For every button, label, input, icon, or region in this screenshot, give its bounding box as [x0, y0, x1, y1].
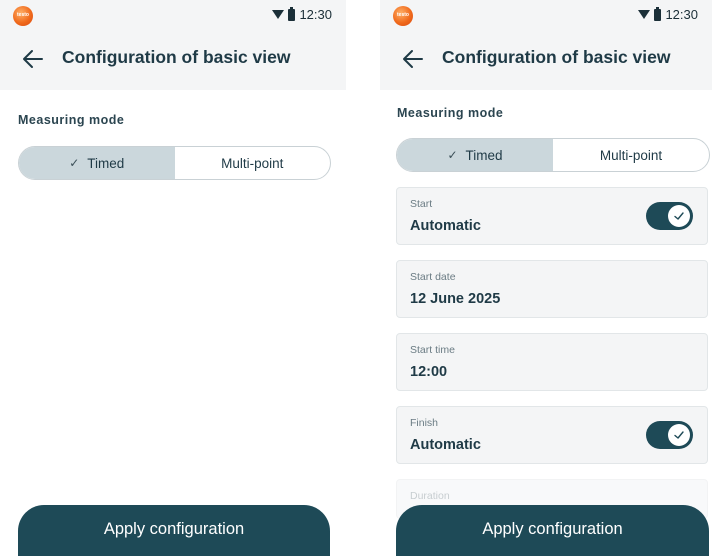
start-field[interactable]: Start Automatic	[396, 187, 708, 245]
start-date-field[interactable]: Start date 12 June 2025	[396, 260, 708, 318]
finish-value: Automatic	[410, 437, 481, 453]
segment-timed[interactable]: ✓ Timed	[397, 139, 553, 171]
segment-timed-label: Timed	[465, 147, 503, 163]
apply-configuration-button[interactable]: Apply configuration	[18, 505, 330, 556]
finish-automatic-toggle[interactable]	[646, 421, 693, 449]
wifi-icon	[638, 10, 651, 19]
start-date-label: Start date	[410, 271, 456, 283]
segment-multi-point-label: Multi-point	[221, 155, 284, 171]
segment-multi-point[interactable]: Multi-point	[553, 139, 709, 171]
wifi-icon	[272, 10, 285, 19]
toggle-knob	[668, 424, 690, 446]
screen-right: testo 12:30 Configuration of basic view …	[380, 0, 712, 556]
logo-text: testo	[17, 12, 29, 18]
duration-label: Duration	[410, 490, 450, 502]
battery-icon	[654, 6, 662, 21]
status-bar: testo 12:30	[0, 0, 346, 32]
battery-icon	[288, 6, 296, 21]
segment-multi-point-label: Multi-point	[599, 147, 663, 163]
back-button[interactable]	[20, 46, 46, 72]
start-time-value: 12:00	[410, 364, 448, 380]
measuring-mode-selector: ✓ Timed Multi-point	[396, 138, 710, 172]
status-time: 12:30	[299, 7, 332, 22]
arrow-left-icon	[23, 50, 43, 68]
arrow-left-icon	[403, 50, 423, 68]
logo-text: testo	[397, 12, 409, 18]
screen-left: testo 12:30 Configuration of basic view …	[0, 0, 346, 556]
start-automatic-toggle[interactable]	[646, 202, 693, 230]
segment-timed[interactable]: ✓ Timed	[19, 147, 175, 179]
measuring-mode-label: Measuring mode	[397, 106, 504, 120]
status-indicators: 12:30	[272, 6, 332, 22]
status-bar: testo 12:30	[380, 0, 712, 32]
status-time: 12:30	[665, 7, 698, 22]
check-icon	[674, 431, 684, 439]
measuring-mode-label: Measuring mode	[18, 113, 125, 127]
start-value: Automatic	[410, 218, 481, 234]
check-icon: ✓	[447, 148, 458, 162]
status-indicators: 12:30	[638, 6, 698, 22]
page-title: Configuration of basic view	[442, 47, 671, 67]
start-label: Start	[410, 198, 433, 210]
start-time-field[interactable]: Start time 12:00	[396, 333, 708, 391]
back-button[interactable]	[400, 46, 426, 72]
app-bar: testo 12:30 Configuration of basic view	[380, 0, 712, 90]
page-title: Configuration of basic view	[62, 47, 291, 67]
check-icon	[674, 212, 684, 220]
apply-configuration-button[interactable]: Apply configuration	[396, 505, 709, 556]
start-date-value: 12 June 2025	[410, 291, 501, 307]
segment-timed-label: Timed	[87, 155, 125, 171]
toggle-knob	[668, 205, 690, 227]
testo-logo: testo	[13, 6, 33, 26]
app-bar: testo 12:30 Configuration of basic view	[0, 0, 346, 90]
check-icon: ✓	[69, 156, 80, 170]
testo-logo: testo	[393, 6, 413, 26]
measuring-mode-selector: ✓ Timed Multi-point	[18, 146, 331, 180]
finish-field[interactable]: Finish Automatic	[396, 406, 708, 464]
start-time-label: Start time	[410, 344, 455, 356]
segment-multi-point[interactable]: Multi-point	[175, 147, 331, 179]
finish-label: Finish	[410, 417, 439, 429]
